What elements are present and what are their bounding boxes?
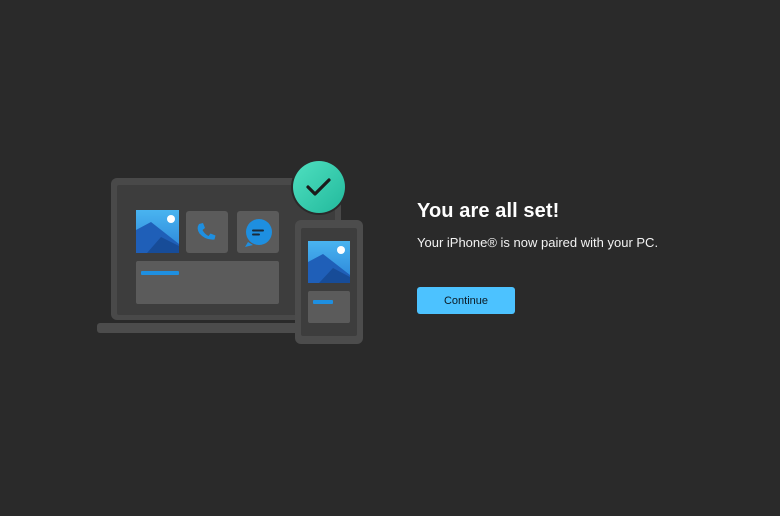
devices-illustration (97, 159, 363, 344)
content-tile (136, 261, 279, 304)
status-message: Your iPhone® is now paired with your PC. (417, 235, 659, 250)
content-tile-accent (141, 271, 179, 275)
photos-icon (136, 210, 179, 253)
photos-icon (308, 241, 350, 283)
setup-complete-window: You are all set! Your iPhone® is now pai… (0, 0, 780, 516)
call-tile (186, 211, 228, 253)
phone-content-accent (313, 300, 333, 304)
page-title: You are all set! (417, 200, 560, 222)
continue-button[interactable]: Continue (417, 287, 515, 314)
checkmark-icon (291, 159, 347, 215)
phone-content-tile (308, 291, 350, 323)
setup-content: You are all set! Your iPhone® is now pai… (417, 199, 757, 314)
iphone (295, 220, 363, 344)
